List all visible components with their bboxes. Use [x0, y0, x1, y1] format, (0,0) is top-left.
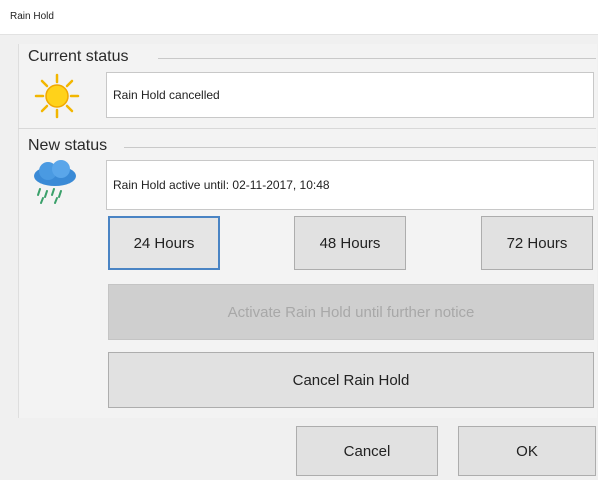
group-divider [18, 128, 596, 129]
title-bar: Rain Hold [0, 0, 598, 35]
window-title: Rain Hold [10, 11, 54, 22]
ok-button[interactable]: OK [458, 426, 596, 476]
cancel-button[interactable]: Cancel [296, 426, 438, 476]
72-hours-button[interactable]: 72 Hours [481, 216, 593, 270]
current-status-field: Rain Hold cancelled [106, 72, 594, 118]
24-hours-button[interactable]: 24 Hours [108, 216, 220, 270]
sun-icon [34, 73, 80, 119]
48-hours-button[interactable]: 48 Hours [294, 216, 406, 270]
rain-cloud-icon [30, 160, 80, 204]
current-status-separator [158, 58, 596, 59]
new-status-text: Rain Hold active until: 02-11-2017, 10:4… [113, 178, 330, 192]
current-status-text: Rain Hold cancelled [113, 88, 220, 102]
cancel-rain-hold-button[interactable]: Cancel Rain Hold [108, 352, 594, 408]
activate-rain-hold-button[interactable]: Activate Rain Hold until further notice [108, 284, 594, 340]
new-status-separator [124, 147, 596, 148]
new-status-label: New status [28, 137, 108, 154]
new-status-field: Rain Hold active until: 02-11-2017, 10:4… [106, 160, 594, 210]
current-status-label: Current status [28, 48, 129, 65]
